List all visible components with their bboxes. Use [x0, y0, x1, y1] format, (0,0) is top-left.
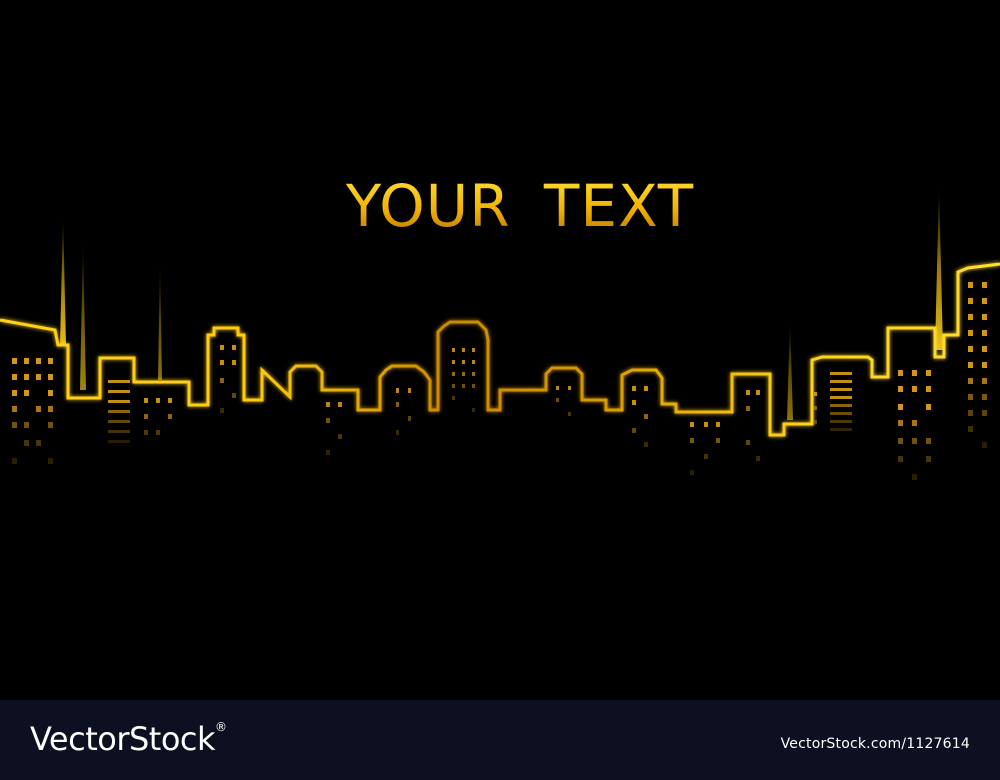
city-skyline-illustration [0, 185, 1000, 480]
windows-center [326, 348, 571, 455]
headline-text: YOUR TEXT [0, 172, 1000, 240]
windows-building-2 [108, 345, 236, 443]
artwork-canvas: YOUR TEXT [0, 0, 1000, 700]
light-beam [158, 260, 162, 380]
windows-left [12, 358, 53, 464]
skyline-outline [0, 262, 1000, 437]
image-id-text: VectorStock.com/1127614 [780, 736, 970, 752]
windows-right-center [632, 372, 852, 475]
light-beam [787, 320, 793, 420]
watermark-footer-bar: VectorStock® VectorStock.com/1127614 [0, 700, 1000, 780]
brand-logo: VectorStock® [30, 720, 227, 758]
light-beam [80, 240, 86, 390]
registered-mark: ® [215, 720, 227, 734]
brand-logo-text: VectorStock [30, 720, 216, 758]
windows-right [898, 282, 987, 480]
